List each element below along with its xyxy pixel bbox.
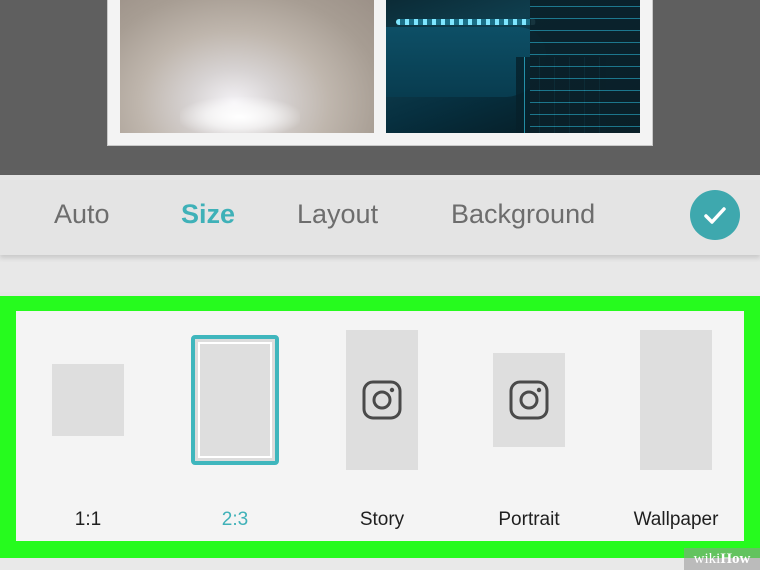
lit-bridge [396,19,536,25]
divider-strip [0,262,760,292]
confirm-button[interactable] [690,190,740,240]
edit-tab-bar: Auto Size Layout Background [0,175,760,255]
size-option-wallpaper[interactable] [640,330,712,470]
size-option-label-1-1: 1:1 [74,509,102,530]
watermark-prefix: wiki [693,551,721,567]
size-option-2-3[interactable] [191,335,279,465]
size-option-portrait[interactable] [493,353,565,447]
highlight-frame: 1:1 2:3 Story Portrait Wallpaper [0,296,760,558]
instagram-icon [509,380,549,420]
size-option-label-wallpaper: Wallpaper [633,509,719,530]
checkmark-icon [704,207,726,224]
tab-layout[interactable]: Layout [297,197,378,231]
tab-size[interactable]: Size [181,197,235,231]
size-option-label-portrait: Portrait [498,509,560,530]
wikihow-watermark: wikiHow [684,548,760,570]
collage-preview-area [0,0,760,175]
size-option-story[interactable] [346,330,418,470]
instagram-icon [362,380,402,420]
size-option-label-story: Story [359,509,405,530]
size-options-panel: 1:1 2:3 Story Portrait Wallpaper [16,311,744,541]
watermark-brand: How [720,551,751,567]
collage-frame [107,0,653,146]
collage-photo-left[interactable] [120,0,374,133]
size-option-label-2-3: 2:3 [221,509,249,530]
collage-photo-right[interactable] [386,0,640,133]
tab-auto[interactable]: Auto [54,197,110,231]
city-buildings [530,0,640,133]
tab-background[interactable]: Background [451,197,595,231]
bottom-strip [0,558,760,570]
size-option-1-1[interactable] [52,364,124,436]
selected-inner-frame [198,342,272,458]
light-glow [180,97,300,133]
